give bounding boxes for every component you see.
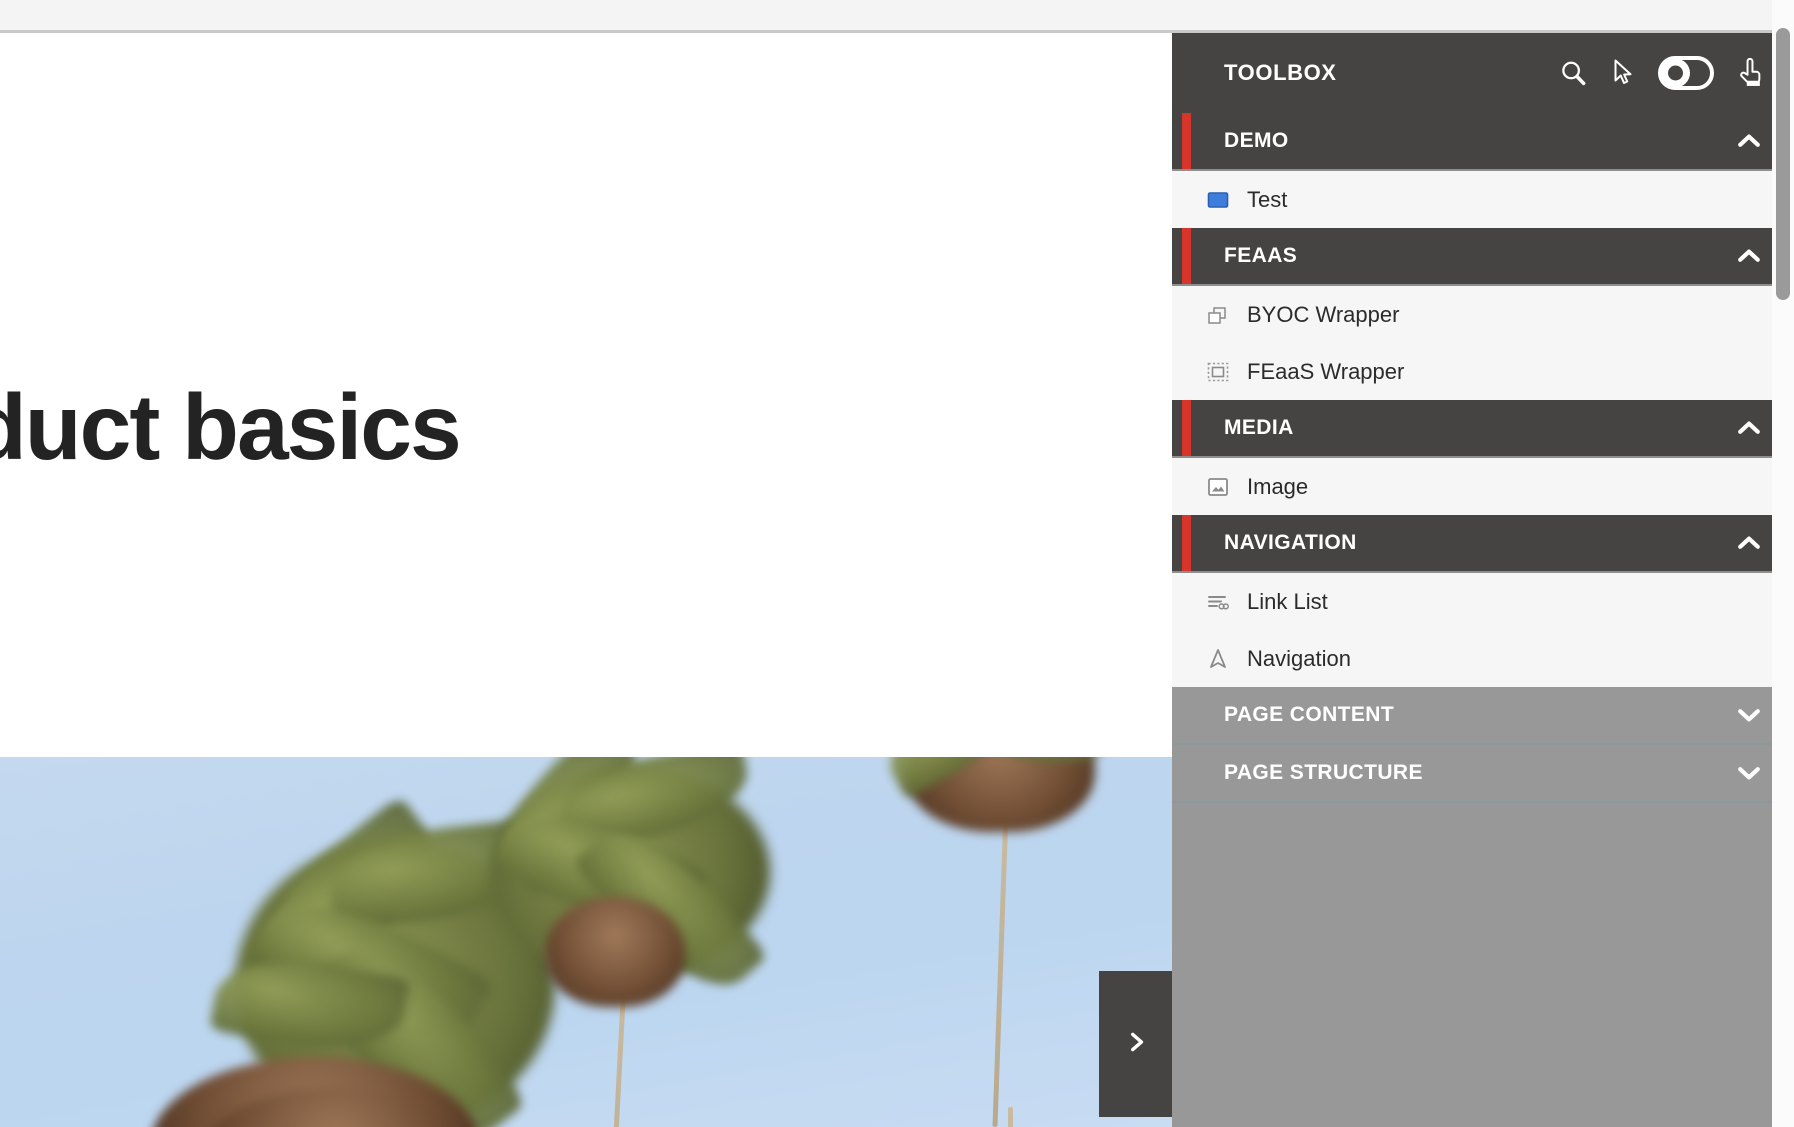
copy-blocks-icon: [1205, 302, 1231, 328]
search-icon[interactable]: [1558, 58, 1588, 88]
toolbox-title: TOOLBOX: [1224, 60, 1337, 85]
app-root: duct basics TOOLBOX DEMO Test FEAAS BYOC…: [0, 0, 1794, 1127]
hand-pointing-icon[interactable]: [1736, 57, 1764, 89]
toolbox-item-label: Link List: [1247, 588, 1328, 614]
toolbox-item-label: Image: [1247, 473, 1309, 499]
toolbox-section-demo[interactable]: DEMO: [1172, 113, 1794, 171]
toolbox-item-label: FEaaS Wrapper: [1247, 358, 1405, 384]
page-preview-canvas[interactable]: duct basics: [0, 36, 1172, 1127]
toolbox-section-navigation[interactable]: NAVIGATION: [1172, 515, 1794, 573]
toolbox-item-link-list[interactable]: Link List: [1172, 573, 1794, 630]
section-title: PAGE STRUCTURE: [1224, 761, 1423, 784]
vertical-scrollbar-track[interactable]: [1772, 0, 1794, 1127]
section-title: FEAAS: [1224, 244, 1298, 267]
section-accent-bar: [1182, 113, 1191, 169]
panel-collapse-toggle[interactable]: [1099, 971, 1172, 1117]
section-title: DEMO: [1224, 129, 1289, 152]
toolbox-item-image[interactable]: Image: [1172, 458, 1794, 515]
section-title: PAGE CONTENT: [1224, 703, 1395, 726]
dashed-square-icon: [1205, 359, 1231, 385]
toolbox-section-page-content[interactable]: PAGE CONTENT: [1172, 687, 1794, 745]
toolbox-section-media-body: Image: [1172, 458, 1794, 515]
chevron-up-icon: [1734, 528, 1764, 558]
navigation-arrow-icon: [1205, 646, 1231, 672]
chevron-down-icon: [1734, 758, 1764, 788]
toolbox-header: TOOLBOX: [1172, 33, 1794, 113]
toolbox-item-byoc-wrapper[interactable]: BYOC Wrapper: [1172, 286, 1794, 343]
toolbox-section-page-structure[interactable]: PAGE STRUCTURE: [1172, 745, 1794, 803]
toolbox-panel: TOOLBOX DEMO Test FEAAS BYOC Wrapper FEa…: [1172, 33, 1794, 1127]
toolbox-section-feaas-body: BYOC Wrapper FEaaS Wrapper: [1172, 286, 1794, 400]
toolbox-actions: [1558, 56, 1764, 90]
image-icon: [1205, 474, 1231, 500]
toggle-switch[interactable]: [1658, 56, 1714, 90]
chevron-up-icon: [1734, 126, 1764, 156]
toolbox-item-test[interactable]: Test: [1172, 171, 1794, 228]
toolbox-item-feaas-wrapper[interactable]: FEaaS Wrapper: [1172, 343, 1794, 400]
toolbox-item-label: Navigation: [1247, 645, 1351, 671]
chevron-right-icon: [1123, 1029, 1149, 1060]
hero-image[interactable]: [0, 757, 1172, 1127]
toolbox-item-label: Test: [1247, 186, 1288, 212]
vertical-scrollbar-thumb[interactable]: [1776, 28, 1790, 300]
toolbox-section-navigation-body: Link List Navigation: [1172, 573, 1794, 687]
palm-trunk-lower-right: [1008, 1107, 1013, 1127]
section-title: NAVIGATION: [1224, 531, 1357, 554]
section-title: MEDIA: [1224, 416, 1294, 439]
toolbox-section-media[interactable]: MEDIA: [1172, 400, 1794, 458]
chevron-up-icon: [1734, 241, 1764, 271]
toolbox-section-demo-body: Test: [1172, 171, 1794, 228]
pointer-icon[interactable]: [1610, 58, 1636, 88]
toolbox-item-label: BYOC Wrapper: [1247, 301, 1400, 327]
toolbox-item-navigation[interactable]: Navigation: [1172, 630, 1794, 687]
toolbox-section-feaas[interactable]: FEAAS: [1172, 228, 1794, 286]
chevron-up-icon: [1734, 413, 1764, 443]
blue-square-icon: [1205, 187, 1231, 213]
section-accent-bar: [1182, 228, 1191, 284]
section-accent-bar: [1182, 515, 1191, 571]
browser-top-strip: [0, 0, 1794, 33]
page-title: duct basics: [0, 375, 462, 479]
section-accent-bar: [1182, 400, 1191, 456]
chevron-down-icon: [1734, 700, 1764, 730]
link-list-icon: [1205, 589, 1231, 615]
